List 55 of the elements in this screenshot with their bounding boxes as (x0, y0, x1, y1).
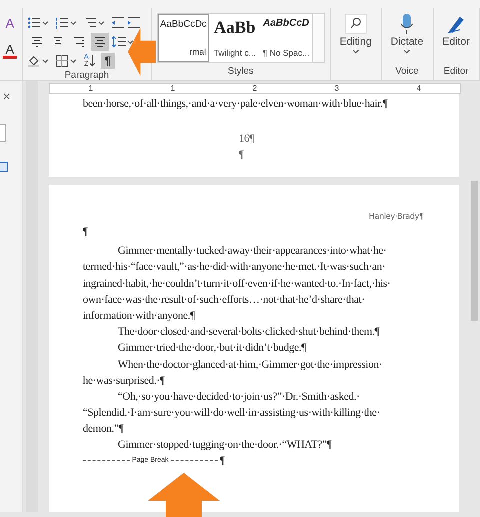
text-line: When·the·doctor·glanced·at·him,·Gimmer·got·the·impression· (118, 358, 382, 372)
text-line: 16¶ (239, 132, 254, 148)
editor-button[interactable]: Editor (438, 11, 474, 66)
group-label: Editor (442, 66, 470, 79)
numbering-icon[interactable] (56, 16, 78, 28)
text-line: information·with·anyone.¶ (83, 308, 196, 324)
shading-icon[interactable] (28, 54, 50, 66)
ruler-number: 1 (88, 84, 94, 93)
dictate-button[interactable]: Dictate (386, 11, 428, 66)
text-line: own·face·was·the·result·of·such·efforts…·not·that·he’d·share·that· (83, 292, 365, 308)
microphone-icon (401, 14, 414, 34)
pen-icon (446, 14, 466, 34)
text-effects-button[interactable]: A (3, 17, 18, 31)
pointer-arrow (148, 473, 220, 517)
text-line: been·horse,·of·all·things,·and·a·very·pale·elven·woman·with·blue·hair.¶ (83, 97, 388, 112)
text-line: Gimmer·tried·the·door,·but·it·didn’t·budge.¶ (118, 341, 306, 356)
horizontal-ruler[interactable]: 1 1 2 3 4 (49, 83, 461, 94)
text-line: “Splendid.·I·am·sure·you·will·do·well·in·assisting·us·with·killing·the· (83, 406, 380, 422)
text-line: ¶ (239, 148, 244, 164)
text-line: he·was·surprised.·¶ (83, 374, 165, 389)
paragraph-mark: ¶ (220, 454, 226, 467)
ruler-number: 1 (170, 84, 176, 93)
text-line: ingrained·habit,·he·couldn’t·turn·it·off·even·if·he·wanted·to.·In·fact,·his· (83, 276, 391, 292)
checkbox[interactable] (0, 162, 8, 172)
text-line: Gimmer·mentally·tucked·away·their·appearances·into·what·he· (118, 244, 387, 260)
group-label: Paragraph (64, 70, 110, 83)
caret-icon (404, 50, 410, 54)
group-label: Voice (394, 66, 420, 79)
line-spacing-icon[interactable] (112, 36, 134, 48)
font-color-button[interactable]: A (3, 43, 18, 59)
show-formatting-marks-button[interactable]: ¶ (100, 52, 116, 68)
group-label: Styles (226, 66, 255, 79)
text-line: “Oh,·so·you·have·decided·to·join·us?”·Dr.·Smith·asked.· (118, 390, 360, 405)
pointer-arrow (128, 28, 156, 76)
align-button[interactable] (91, 32, 110, 50)
close-button[interactable]: × (0, 89, 14, 104)
indent-icon[interactable] (112, 16, 142, 28)
multilevel-list-icon[interactable] (84, 16, 106, 28)
text-line: demon.”¶ (83, 422, 124, 438)
ruler-number: 2 (252, 84, 258, 93)
style-tile[interactable]: AaBbCcDc rmal (158, 14, 210, 62)
ruler-number: 3 (334, 84, 340, 93)
input-field[interactable] (0, 124, 6, 142)
borders-icon[interactable] (56, 54, 78, 66)
text-line: ¶ (83, 225, 88, 240)
scrollbar-thumb[interactable] (470, 181, 478, 321)
bullets-icon[interactable] (28, 16, 50, 28)
editing-button[interactable]: Editing (336, 11, 376, 80)
page-header: Hanley·Brady¶ (369, 212, 424, 221)
ruler-number: 4 (416, 84, 422, 93)
caret-icon (352, 50, 359, 54)
text-line: The·door·closed·and·several·bolts·clicked·shut·behind·them.¶ (118, 325, 380, 340)
search-icon (344, 14, 367, 34)
text-line: termed·his·“face·vault,”·as·he·did·with·anyone·he·met.·It·was·such·an· (83, 260, 386, 276)
text-line: Gimmer·stopped·tugging·on·the·door.·“WHAT?”¶ (118, 438, 332, 454)
